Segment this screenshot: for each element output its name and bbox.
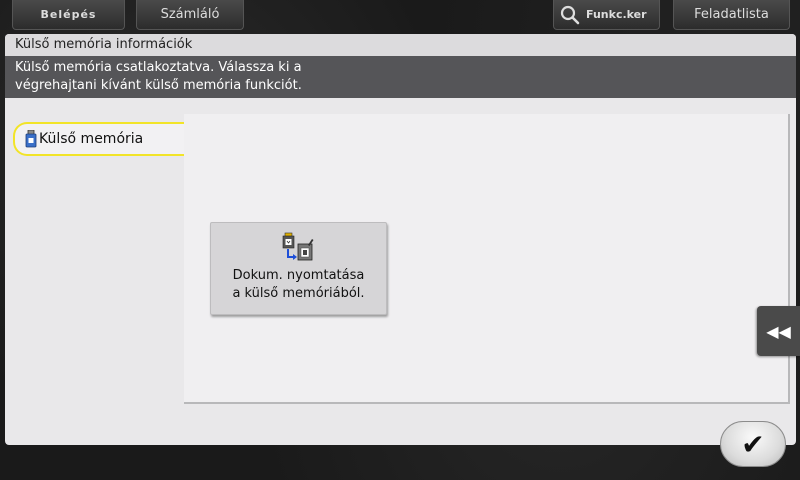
print-from-memory-line-2: a külső memóriából.	[232, 286, 365, 301]
message-line-2: végrehajtani kívánt külső memória funkci…	[15, 78, 302, 93]
search-icon	[560, 5, 580, 24]
instruction-message: Külső memória csatlakoztatva. Válassza k…	[5, 56, 796, 98]
ok-button[interactable]: ✔	[720, 421, 786, 467]
tab-external-memory-label: Külső memória	[39, 131, 144, 147]
message-line-1: Külső memória csatlakoztatva. Válassza k…	[15, 60, 302, 75]
function-search-button[interactable]: Funkc.ker	[553, 0, 660, 30]
print-from-memory-button[interactable]: Dokum. nyomtatása a külső memóriából.	[210, 222, 387, 315]
function-search-label: Funkc.ker	[586, 8, 647, 21]
function-panel: Dokum. nyomtatása a külső memóriából.	[184, 114, 790, 404]
login-button-label: Belépés	[40, 8, 97, 21]
external-memory-window: Külső memória információk Külső memória …	[5, 34, 796, 445]
job-list-label: Feladatlista	[694, 7, 769, 22]
counter-button-label: Számláló	[160, 7, 220, 22]
window-title: Külső memória információk	[5, 34, 796, 56]
checkmark-icon: ✔	[741, 427, 765, 461]
tab-external-memory[interactable]: Külső memória	[13, 122, 188, 156]
double-chevron-left-icon: ◀◀	[766, 321, 791, 341]
top-bar: Belépés Számláló Funkc.ker Feladatlista	[0, 0, 800, 32]
print-from-memory-icon	[282, 232, 313, 261]
login-button[interactable]: Belépés	[12, 0, 125, 30]
counter-button[interactable]: Számláló	[136, 0, 244, 30]
job-list-button[interactable]: Feladatlista	[673, 0, 790, 30]
print-from-memory-line-1: Dokum. nyomtatása	[232, 268, 365, 283]
side-panel-toggle[interactable]: ◀◀	[757, 306, 800, 356]
usb-memory-icon	[25, 130, 37, 148]
